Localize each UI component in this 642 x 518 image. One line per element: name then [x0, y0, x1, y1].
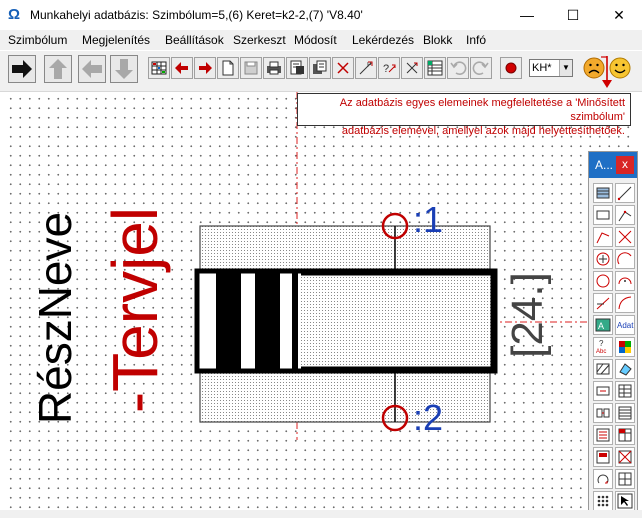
- band-1: [216, 272, 241, 370]
- tooltip: Az adatbázis egyes elemeinek megfeleltet…: [297, 93, 631, 137]
- designator-label[interactable]: -Tervjel: [99, 207, 171, 413]
- table4-icon[interactable]: [615, 469, 635, 489]
- polyline-icon[interactable]: [593, 227, 613, 247]
- pin-1-label[interactable]: :1: [413, 202, 443, 238]
- circle-plus-icon[interactable]: [593, 249, 613, 269]
- pointer-icon[interactable]: [615, 491, 635, 511]
- pin-2-label[interactable]: :2: [413, 400, 443, 436]
- status-strip: [0, 510, 642, 518]
- arc-point-icon[interactable]: [615, 271, 635, 291]
- color-grid-icon[interactable]: [615, 337, 635, 357]
- part-name-label-wrap: RészNeve: [25, 193, 85, 443]
- tooltip-line-1: Az adatbázis egyes elemeinek megfeleltet…: [339, 97, 625, 123]
- tooltip-line-2: adatbázis elemével, amellyel azok majd h…: [341, 125, 625, 137]
- resistor-band-area: [197, 271, 301, 371]
- question-text-icon[interactable]: ? Abc: [593, 337, 613, 357]
- table3-icon[interactable]: [615, 425, 635, 445]
- rotate-icon[interactable]: [593, 469, 613, 489]
- tool-palette[interactable]: A... x A Adat? Abc: [588, 151, 638, 512]
- rectangle-icon[interactable]: [593, 205, 613, 225]
- band-3: [292, 272, 298, 370]
- fill-shape-icon[interactable]: [615, 359, 635, 379]
- text-box-icon[interactable]: A: [593, 315, 613, 335]
- svg-text:Abc: Abc: [596, 349, 606, 355]
- circle-icon[interactable]: [593, 271, 613, 291]
- list-icon[interactable]: [593, 425, 613, 445]
- line-icon[interactable]: [615, 183, 635, 203]
- arc-icon[interactable]: [615, 249, 635, 269]
- block-icon[interactable]: [593, 447, 613, 467]
- palette-title: A...: [595, 158, 614, 172]
- svg-text:Adat: Adat: [617, 321, 634, 330]
- adat-text-icon[interactable]: Adat: [615, 315, 635, 335]
- palette-close-button[interactable]: x: [616, 156, 634, 174]
- insert-icon[interactable]: [593, 381, 613, 401]
- rect-shade-icon[interactable]: [593, 183, 613, 203]
- table-icon[interactable]: [615, 381, 635, 401]
- designator-label-wrap: -Tervjel: [95, 150, 175, 470]
- palette-header[interactable]: A... x: [589, 152, 637, 178]
- part-name-label[interactable]: RészNeve: [29, 212, 81, 424]
- table2-icon[interactable]: [615, 403, 635, 423]
- connect-icon[interactable]: [593, 403, 613, 423]
- ray-icon[interactable]: [593, 293, 613, 313]
- cross-icon[interactable]: [615, 227, 635, 247]
- band-2: [255, 272, 280, 370]
- hatch-icon[interactable]: [593, 359, 613, 379]
- cross-box-icon[interactable]: [615, 447, 635, 467]
- svg-text:?: ?: [599, 339, 604, 348]
- angle-icon[interactable]: [615, 205, 635, 225]
- value-label[interactable]: [24.]: [503, 272, 552, 358]
- dots-icon[interactable]: [593, 491, 613, 511]
- svg-text:A: A: [598, 321, 604, 331]
- value-label-wrap: [24.]: [500, 250, 560, 380]
- arc-ray-icon[interactable]: [615, 293, 635, 313]
